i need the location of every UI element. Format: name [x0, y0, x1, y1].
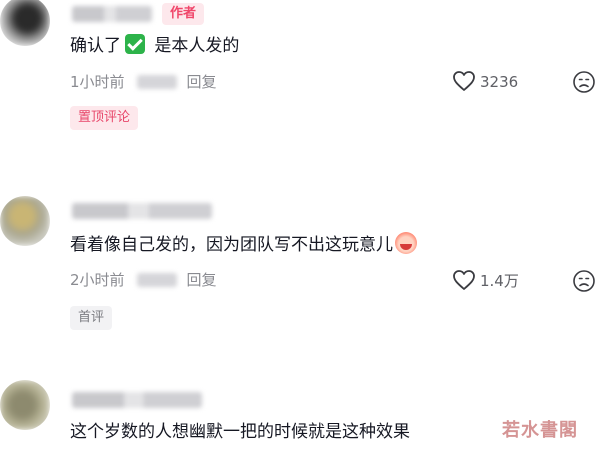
reply-button[interactable]: 回复: [187, 271, 217, 289]
comment-meta: 1小时前 回复: [70, 72, 217, 92]
comment-text-part: 这个岁数的人想幽默一把的时候就是这种效果: [70, 422, 410, 442]
heart-outline-icon: [453, 71, 475, 91]
username-blurred[interactable]: [72, 6, 152, 22]
comment-text-part: 确认了: [70, 36, 121, 56]
comment-time: 1小时前: [70, 73, 125, 91]
like-button[interactable]: 1.4万: [452, 269, 519, 293]
comment-text-part: 看着像自己发的，因为团队写不出这玩意儿: [70, 235, 393, 255]
author-tag: 作者: [162, 3, 205, 25]
comment-meta: 2小时前 回复: [70, 270, 217, 290]
avatar[interactable]: [0, 0, 50, 46]
comment-time: 2小时前: [70, 271, 125, 289]
frown-face-icon[interactable]: [572, 70, 596, 94]
crying-laughing-emoji-icon: [395, 232, 417, 254]
frown-face-icon[interactable]: [572, 269, 596, 293]
check-mark-icon: [125, 34, 145, 54]
pinned-comment-badge: 置顶评论: [70, 106, 139, 130]
avatar[interactable]: [0, 380, 50, 430]
username-blurred[interactable]: [72, 392, 202, 408]
like-count: 3236: [480, 73, 519, 91]
comment-text: 这个岁数的人想幽默一把的时候就是这种效果: [70, 420, 410, 444]
like-button[interactable]: 3236: [452, 70, 518, 94]
first-comment-badge: 首评: [70, 306, 113, 330]
avatar[interactable]: [0, 196, 50, 246]
like-count: 1.4万: [480, 272, 519, 290]
username-blurred[interactable]: [72, 203, 212, 219]
reply-button[interactable]: 回复: [187, 73, 217, 91]
comment-text: 看着像自己发的，因为团队写不出这玩意儿: [70, 232, 417, 257]
location-blurred: [136, 75, 177, 89]
comment-text-part: 是本人发的: [149, 36, 240, 56]
location-blurred: [136, 273, 177, 287]
heart-outline-icon: [453, 270, 475, 290]
comment-text: 确认了 是本人发的: [70, 34, 239, 58]
watermark: 若水書閣: [502, 420, 578, 441]
